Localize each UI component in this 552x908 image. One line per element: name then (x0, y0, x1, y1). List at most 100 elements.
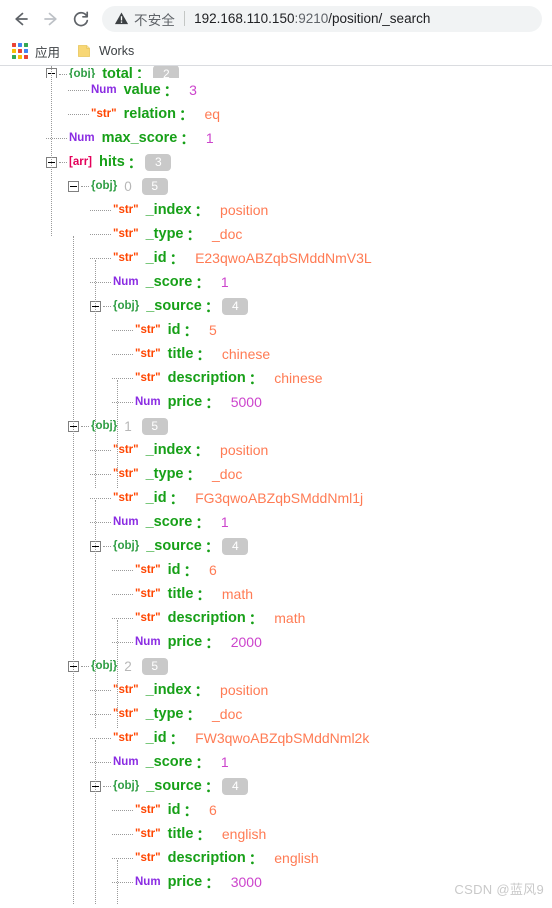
json-key: relation (123, 106, 176, 122)
key-colon: ： (127, 155, 143, 172)
address-bar[interactable]: 不安全 192.168.110.150:9210/position/_searc… (102, 5, 542, 32)
url-host: 192.168.110.150 (194, 11, 295, 26)
tree-connector (112, 809, 133, 811)
tree-connector (90, 281, 111, 283)
key-colon: ： (196, 347, 211, 364)
value-type-tag: "str" (113, 732, 139, 744)
tree-connector (81, 185, 89, 187)
json-value: 6 (209, 802, 217, 818)
json-key: description (167, 610, 246, 626)
value-type-tag: "str" (135, 324, 161, 336)
json-value: _doc (212, 706, 243, 722)
json-key: _score (145, 514, 193, 530)
tree-connector (112, 617, 133, 619)
json-tree-row[interactable]: {obj} total： 2 (0, 66, 552, 78)
collapse-toggle[interactable] (68, 180, 79, 192)
tree-guide-line (117, 620, 118, 728)
key-colon: ： (204, 299, 220, 316)
json-key: _type (145, 706, 184, 722)
key-colon: ： (194, 203, 210, 220)
json-key: value (123, 82, 161, 98)
key-colon: ： (205, 395, 220, 412)
bookmark-works[interactable]: Works (72, 39, 142, 63)
json-tree-row[interactable]: "str" _index： position (0, 438, 552, 462)
key-colon: ： (169, 491, 185, 508)
json-tree-row[interactable]: "str" id： 5 (0, 318, 552, 342)
json-value: 3000 (230, 874, 262, 890)
json-tree-row[interactable]: Num value： 3 (0, 78, 552, 102)
json-tree-row[interactable]: Num price： 5000 (0, 390, 552, 414)
json-tree-row[interactable]: Num _score： 1 (0, 510, 552, 534)
key-colon: ： (204, 779, 220, 796)
json-tree-row[interactable]: "str" description： math (0, 606, 552, 630)
json-tree-row[interactable]: "str" title： english (0, 822, 552, 846)
key-colon: ： (248, 851, 264, 868)
value-type-tag: "str" (135, 828, 161, 840)
json-value: 1 (220, 514, 229, 530)
json-tree-row[interactable]: "str" id： 6 (0, 798, 552, 822)
apps-grid-icon (12, 43, 28, 59)
tree-connector (112, 881, 133, 883)
forward-button[interactable] (36, 4, 66, 34)
json-tree-row[interactable]: [arr] hits： 3 (0, 150, 552, 174)
json-tree-row[interactable]: "str" _type： _doc (0, 222, 552, 246)
value-type-tag: "str" (135, 852, 161, 864)
json-tree-row[interactable]: "str" title： chinese (0, 342, 552, 366)
array-index: 0 (124, 178, 132, 194)
json-key: _type (145, 226, 184, 242)
json-value: position (220, 442, 269, 458)
json-tree-row[interactable]: Num max_score： 1 (0, 126, 552, 150)
json-value: _doc (212, 226, 243, 242)
json-tree-row[interactable]: "str" _type： _doc (0, 462, 552, 486)
json-value: E23qwoABZqbSMddNmV3L (195, 250, 372, 266)
json-tree-row[interactable]: {obj} 1 5 (0, 414, 552, 438)
key-colon: ： (194, 443, 210, 460)
json-value: chinese (274, 370, 323, 386)
json-value: FG3qwoABZqbSMddNml1j (195, 490, 364, 506)
reload-button[interactable] (66, 4, 96, 34)
key-colon: ： (169, 251, 185, 268)
json-tree-row[interactable]: Num _score： 1 (0, 270, 552, 294)
json-tree-row[interactable]: "str" id： 6 (0, 558, 552, 582)
json-tree-row[interactable]: {obj} _source： 4 (0, 294, 552, 318)
back-button[interactable] (6, 4, 36, 34)
json-tree-row[interactable]: {obj} _source： 4 (0, 534, 552, 558)
json-tree-viewer[interactable]: {obj} total： 2 Num value： 3 "str" relation： eq Nu… (0, 66, 552, 904)
json-tree-row[interactable]: {obj} 0 5 (0, 174, 552, 198)
child-count-badge: 2 (153, 66, 180, 78)
json-key: _score (145, 754, 193, 770)
json-value: 6 (209, 562, 217, 578)
value-type-tag: "str" (135, 348, 161, 360)
key-colon: ： (195, 515, 210, 532)
json-key: _source (146, 778, 202, 794)
json-tree-row[interactable]: {obj} 2 5 (0, 654, 552, 678)
json-tree-row[interactable]: "str" title： math (0, 582, 552, 606)
tree-connector (81, 665, 89, 667)
json-tree-row[interactable]: Num _score： 1 (0, 750, 552, 774)
json-tree-row[interactable]: "str" _id： E23qwoABZqbSMddNmV3L (0, 246, 552, 270)
value-type-tag: "str" (113, 252, 139, 264)
json-tree-row[interactable]: "str" description： english (0, 846, 552, 870)
tree-connector (90, 713, 111, 715)
child-count-badge: 4 (222, 777, 249, 795)
json-tree-row[interactable]: "str" _id： FW3qwoABZqbSMddNml2k (0, 726, 552, 750)
json-tree-row[interactable]: {obj} _source： 4 (0, 774, 552, 798)
tree-connector (112, 857, 133, 859)
child-count-badge: 4 (222, 297, 249, 315)
json-tree-row[interactable]: "str" description： chinese (0, 366, 552, 390)
json-key: hits (99, 154, 125, 170)
key-colon: ： (180, 131, 195, 148)
json-tree-row[interactable]: "str" _index： position (0, 198, 552, 222)
browser-chrome: 不安全 192.168.110.150:9210/position/_searc… (0, 0, 552, 66)
json-tree-row[interactable]: "str" _index： position (0, 678, 552, 702)
json-value: eq (204, 106, 221, 122)
json-key: _id (145, 490, 167, 506)
json-key: _id (145, 730, 167, 746)
json-tree-row[interactable]: "str" _type： _doc (0, 702, 552, 726)
value-type-tag: "str" (135, 564, 161, 576)
bookmark-apps[interactable]: 应用 (8, 39, 68, 63)
json-tree-row[interactable]: "str" _id： FG3qwoABZqbSMddNml1j (0, 486, 552, 510)
json-tree-row[interactable]: "str" relation： eq (0, 102, 552, 126)
json-tree-row[interactable]: Num price： 2000 (0, 630, 552, 654)
json-key: title (167, 346, 194, 362)
